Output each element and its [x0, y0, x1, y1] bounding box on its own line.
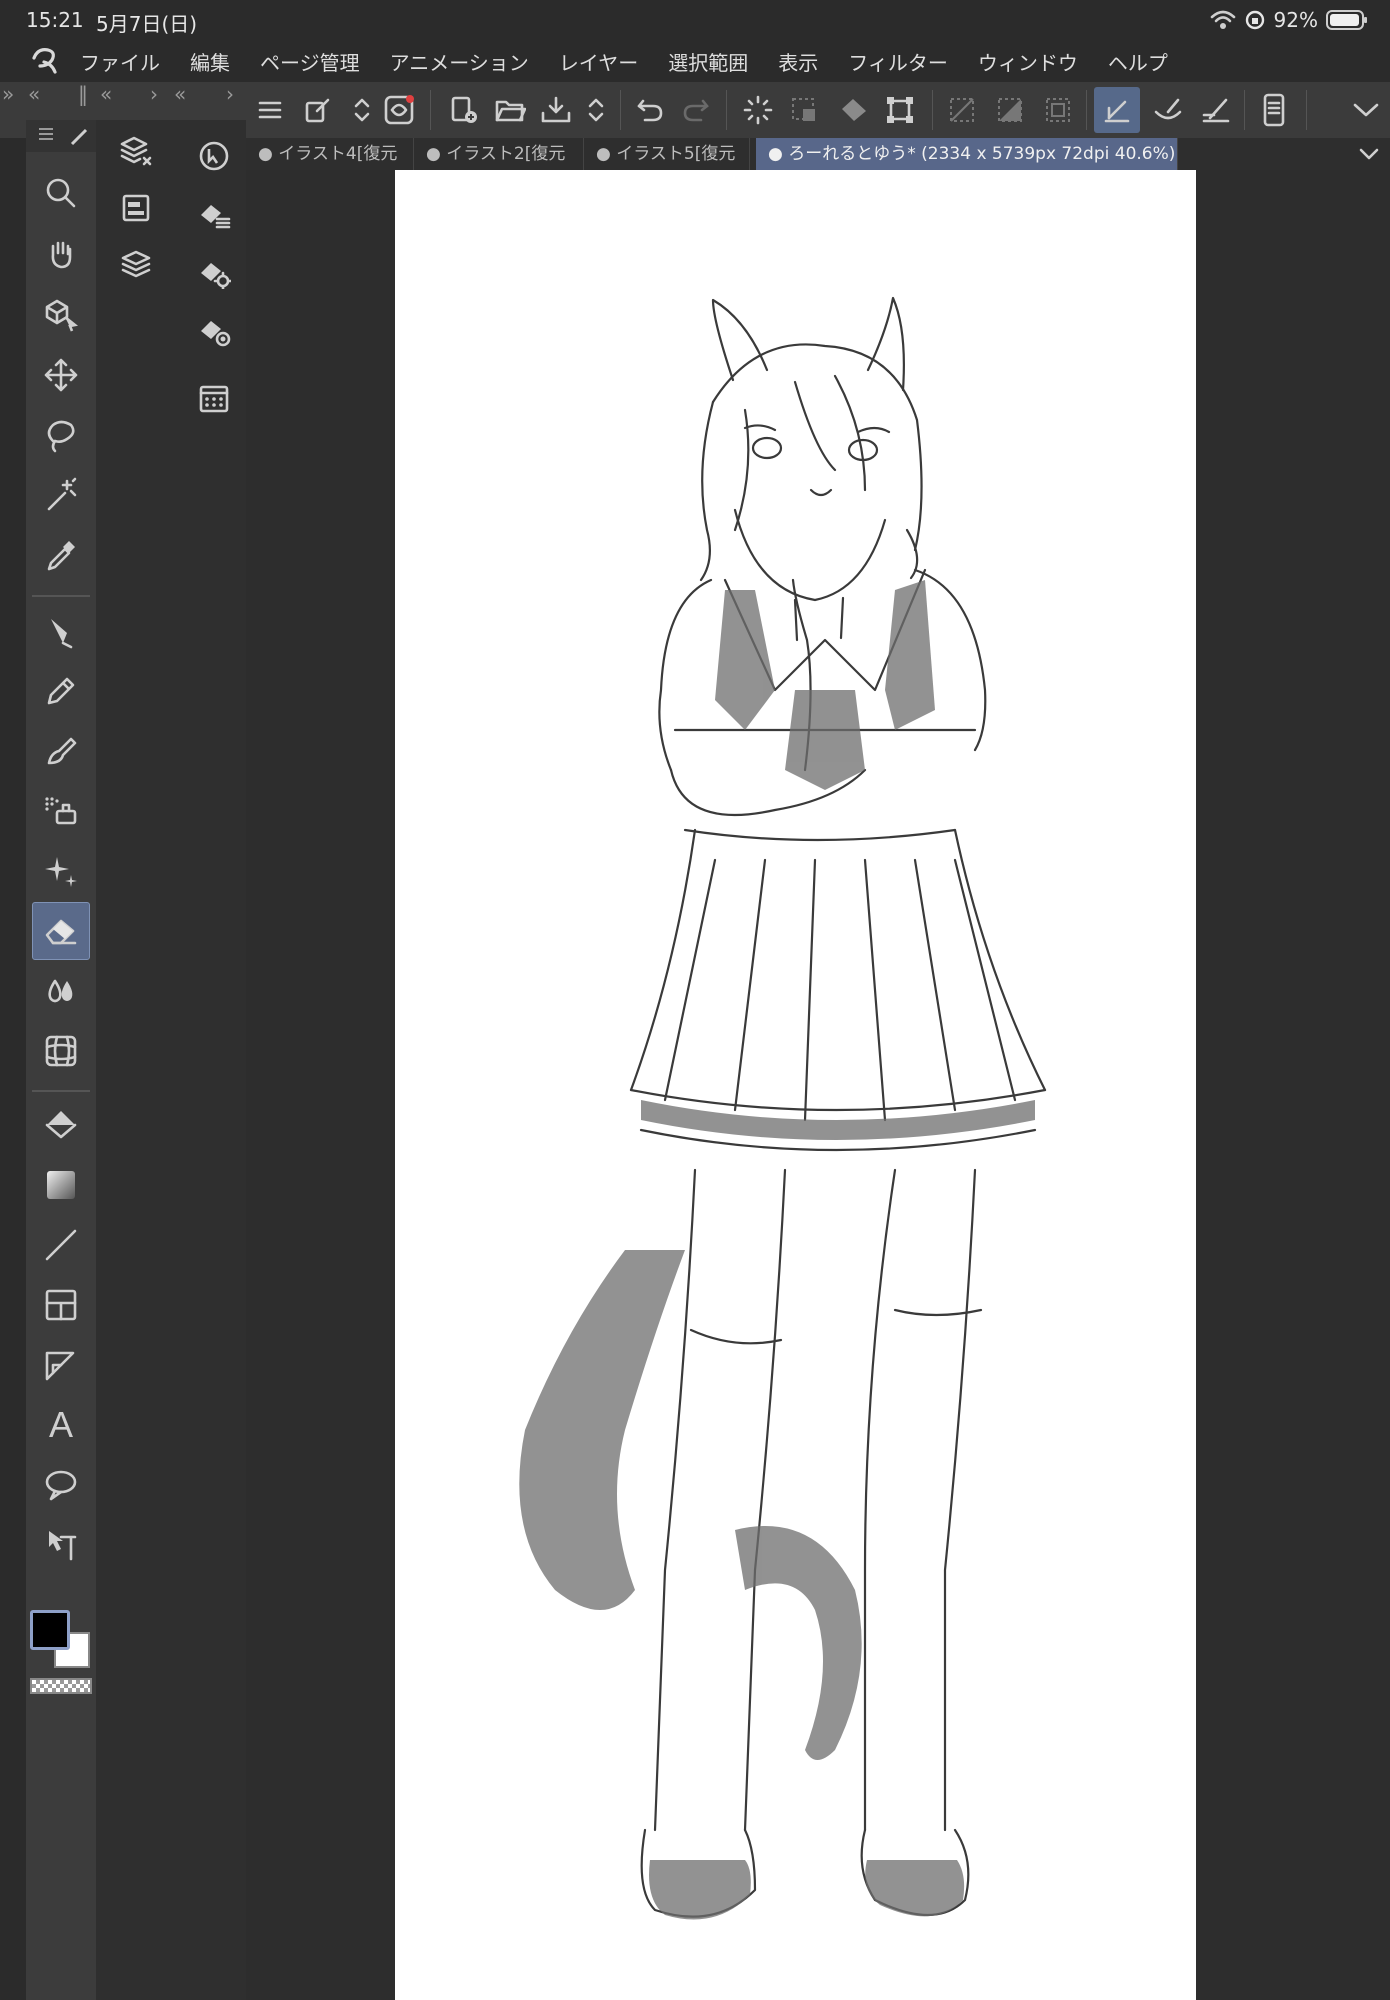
correct-line-icon[interactable] — [32, 1516, 90, 1574]
loading-spinner-icon[interactable] — [738, 90, 778, 130]
redo-icon[interactable] — [676, 90, 716, 130]
menu-filter[interactable]: フィルター — [848, 47, 948, 76]
eraser-subtool-icon[interactable] — [192, 192, 236, 236]
menu-page[interactable]: ページ管理 — [260, 47, 360, 76]
wifi-icon — [1210, 9, 1236, 31]
menu-view[interactable]: 表示 — [778, 47, 818, 76]
tool-palette-header — [26, 120, 96, 152]
main-color-swatch[interactable] — [30, 1610, 70, 1650]
chevron-updown-icon[interactable] — [576, 90, 616, 130]
move-icon[interactable] — [32, 346, 90, 404]
collapse-left2-button[interactable]: « — [28, 82, 40, 106]
object-select-icon[interactable] — [32, 286, 90, 344]
chevron-updown-icon[interactable] — [342, 90, 382, 130]
transparent-color-swatch[interactable] — [30, 1678, 92, 1694]
sub-tool-icon[interactable] — [192, 134, 236, 178]
airbrush-icon[interactable] — [32, 782, 90, 840]
fill-icon[interactable] — [32, 1096, 90, 1154]
deselect-icon[interactable] — [942, 90, 982, 130]
selection-transform-icon[interactable] — [784, 90, 824, 130]
collapse-mid-button[interactable]: « — [100, 82, 112, 106]
collapse-right-button[interactable]: « — [174, 82, 186, 106]
companion-icon[interactable] — [379, 90, 419, 130]
hamburger-menu-icon[interactable] — [250, 90, 290, 130]
menu-file[interactable]: ファイル — [80, 47, 160, 76]
lasso-icon[interactable] — [32, 406, 90, 464]
blend-icon[interactable] — [32, 962, 90, 1020]
canvas-paper[interactable] — [395, 170, 1196, 2000]
gradient-icon[interactable] — [32, 1156, 90, 1214]
menu-layer[interactable]: レイヤー — [559, 47, 638, 76]
special-ruler-icon[interactable] — [1148, 90, 1188, 130]
tab-active-document[interactable]: ● ろーれるとゆう* (2334 x 5739px 72dpi 40.6%) — [756, 138, 1178, 170]
fill-bucket-icon[interactable] — [834, 90, 874, 130]
battery-icon — [1326, 9, 1368, 31]
magic-wand-icon[interactable] — [32, 466, 90, 524]
palette-menu-icon[interactable] — [36, 124, 56, 144]
main-menu: ファイル 編集 ページ管理 アニメーション レイヤー 選択範囲 表示 フィルター… — [80, 40, 1198, 82]
menu-edit[interactable]: 編集 — [190, 47, 230, 76]
chevron-down-icon[interactable] — [1346, 90, 1386, 130]
left-edge-strip — [0, 138, 26, 2000]
menu-animation[interactable]: アニメーション — [390, 47, 529, 76]
pencil-icon[interactable] — [32, 662, 90, 720]
status-time: 15:21 — [26, 8, 84, 32]
layer-property-icon[interactable] — [114, 130, 158, 174]
battery-percent: 92% — [1273, 8, 1318, 32]
panel-separator: ‖ — [78, 82, 88, 106]
eraser-icon[interactable] — [32, 902, 90, 960]
tab-illust-4[interactable]: ● イラスト4[復元 — [246, 138, 414, 170]
document-tabs: ● イラスト4[復元 ● イラスト2[復元 ● イラスト5[復元 ● ろーれると… — [246, 138, 1390, 170]
decoration-icon[interactable] — [32, 842, 90, 900]
pen-icon[interactable] — [32, 602, 90, 660]
edit-canvas-icon[interactable] — [298, 90, 338, 130]
text-icon[interactable]: A — [32, 1396, 90, 1454]
new-file-icon[interactable] — [444, 90, 484, 130]
grid-snap-icon[interactable] — [1196, 90, 1236, 130]
text-tool-label: A — [48, 1404, 73, 1445]
line-icon[interactable] — [32, 1216, 90, 1274]
ruler-icon[interactable] — [32, 1336, 90, 1394]
panel-collapse-controls: » « ‖ « › « › — [0, 82, 246, 112]
frame-icon[interactable] — [32, 1276, 90, 1334]
status-bar: 15:21 5月7日(日) 92% — [0, 0, 1390, 40]
hand-icon[interactable] — [32, 225, 90, 283]
zoom-icon[interactable] — [32, 164, 90, 222]
transform-icon[interactable] — [880, 90, 920, 130]
rotation-lock-icon — [1244, 9, 1266, 31]
invert-selection-icon[interactable] — [990, 90, 1030, 130]
brush-size-icon[interactable] — [68, 124, 92, 148]
open-folder-icon[interactable] — [490, 90, 530, 130]
expand-button[interactable]: › — [150, 82, 158, 106]
menu-bar: ファイル 編集 ページ管理 アニメーション レイヤー 選択範囲 表示 フィルター… — [0, 40, 1390, 82]
expand-right-button[interactable]: › — [226, 82, 234, 106]
layer-icon[interactable] — [114, 242, 158, 286]
tabs-chevron-down-icon[interactable] — [1358, 144, 1380, 164]
save-tray-icon[interactable] — [536, 90, 576, 130]
brush-size-panel-icon[interactable] — [192, 308, 236, 352]
status-date: 5月7日(日) — [96, 12, 198, 36]
liquify-icon[interactable] — [32, 1022, 90, 1080]
app-logo-icon[interactable] — [28, 44, 62, 78]
eyedropper-icon[interactable] — [32, 526, 90, 584]
status-right: 92% — [1210, 6, 1368, 34]
select-all-icon[interactable] — [1038, 90, 1078, 130]
brush-icon[interactable] — [32, 722, 90, 780]
tool-palette: A — [26, 120, 96, 2000]
device-settings-icon[interactable] — [1254, 90, 1294, 130]
sketch-illustration — [519, 296, 1047, 1920]
tab-illust-2[interactable]: ● イラスト2[復元 — [414, 138, 584, 170]
material-icon[interactable] — [192, 376, 236, 420]
collapse-left-button[interactable]: » — [2, 82, 14, 106]
menu-help[interactable]: ヘルプ — [1108, 47, 1168, 76]
undo-icon[interactable] — [630, 90, 670, 130]
navigator-icon[interactable] — [114, 186, 158, 230]
menu-selection[interactable]: 選択範囲 — [668, 47, 748, 76]
ruler-snap-icon[interactable] — [1094, 87, 1140, 133]
tool-property-icon[interactable] — [192, 250, 236, 294]
panel-launcher-column — [96, 120, 246, 2000]
balloon-icon[interactable] — [32, 1456, 90, 1514]
tab-illust-5[interactable]: ● イラスト5[復元 — [584, 138, 750, 170]
menu-window[interactable]: ウィンドウ — [978, 47, 1078, 76]
